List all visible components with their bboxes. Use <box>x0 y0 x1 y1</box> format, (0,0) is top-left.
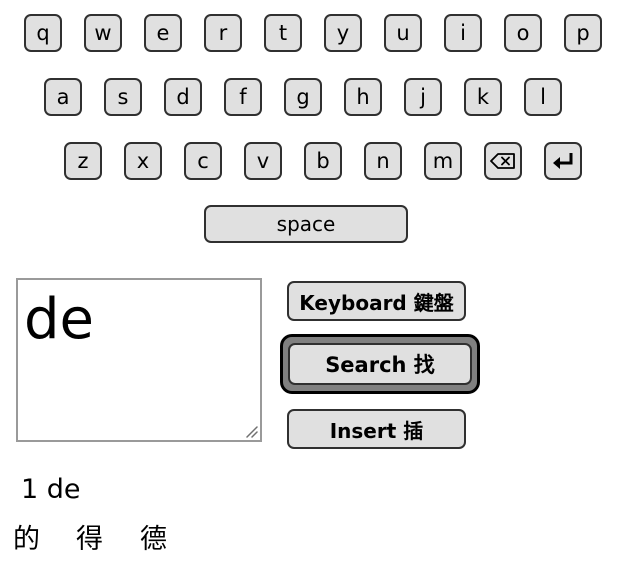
key-label: l <box>540 84 546 109</box>
key-enter[interactable] <box>544 142 582 180</box>
key-label: q <box>36 20 50 45</box>
key-label: y <box>336 20 350 45</box>
key-label: r <box>218 20 228 45</box>
key-l[interactable]: l <box>524 78 562 116</box>
key-label: z <box>77 148 89 173</box>
candidate-char[interactable]: 得 <box>76 526 103 553</box>
keyboard-button[interactable]: Keyboard 鍵盤 <box>287 281 466 321</box>
key-label: n <box>376 148 390 173</box>
pinyin-input[interactable]: de <box>16 278 262 442</box>
key-n[interactable]: n <box>364 142 402 180</box>
key-label: b <box>316 148 330 173</box>
key-label: k <box>476 84 490 109</box>
key-label: t <box>278 20 288 45</box>
key-label: a <box>56 84 70 109</box>
key-r[interactable]: r <box>204 14 242 52</box>
key-label: d <box>176 84 190 109</box>
space-key[interactable]: space <box>204 205 408 243</box>
key-w[interactable]: w <box>84 14 122 52</box>
key-q[interactable]: q <box>24 14 62 52</box>
key-b[interactable]: b <box>304 142 342 180</box>
key-label: s <box>117 84 129 109</box>
key-s[interactable]: s <box>104 78 142 116</box>
key-label: e <box>156 20 170 45</box>
backspace-icon <box>490 153 516 169</box>
key-y[interactable]: y <box>324 14 362 52</box>
key-label: w <box>94 20 112 45</box>
search-button-focus-ring: Search 找 <box>280 334 480 394</box>
key-label: v <box>256 148 270 173</box>
key-label: f <box>239 84 247 109</box>
key-x[interactable]: x <box>124 142 162 180</box>
key-label: c <box>197 148 209 173</box>
key-g[interactable]: g <box>284 78 322 116</box>
key-label: j <box>420 84 426 109</box>
key-label: u <box>396 20 410 45</box>
space-key-label: space <box>276 212 336 236</box>
return-icon <box>552 152 574 170</box>
key-d[interactable]: d <box>164 78 202 116</box>
key-label: p <box>576 20 590 45</box>
key-j[interactable]: j <box>404 78 442 116</box>
result-heading: 1 de <box>21 474 81 505</box>
key-p[interactable]: p <box>564 14 602 52</box>
key-u[interactable]: u <box>384 14 422 52</box>
key-t[interactable]: t <box>264 14 302 52</box>
keyboard-button-label: Keyboard 鍵盤 <box>299 290 454 315</box>
key-backspace[interactable] <box>484 142 522 180</box>
key-label: i <box>460 20 466 45</box>
candidate-char[interactable]: 的 <box>13 526 40 553</box>
key-f[interactable]: f <box>224 78 262 116</box>
key-label: h <box>356 84 370 109</box>
key-label: x <box>136 148 150 173</box>
insert-button-label: Insert 插 <box>329 418 424 443</box>
key-m[interactable]: m <box>424 142 462 180</box>
key-h[interactable]: h <box>344 78 382 116</box>
search-button-label: Search 找 <box>325 353 435 377</box>
key-label: o <box>516 20 530 45</box>
key-label: m <box>432 148 454 173</box>
search-button[interactable]: Search 找 <box>288 343 472 385</box>
key-v[interactable]: v <box>244 142 282 180</box>
insert-button[interactable]: Insert 插 <box>287 409 466 449</box>
key-i[interactable]: i <box>444 14 482 52</box>
key-z[interactable]: z <box>64 142 102 180</box>
key-k[interactable]: k <box>464 78 502 116</box>
key-o[interactable]: o <box>504 14 542 52</box>
key-e[interactable]: e <box>144 14 182 52</box>
key-c[interactable]: c <box>184 142 222 180</box>
key-a[interactable]: a <box>44 78 82 116</box>
candidate-char[interactable]: 德 <box>140 526 167 553</box>
resize-handle-icon[interactable] <box>243 423 259 439</box>
key-label: g <box>296 84 310 109</box>
